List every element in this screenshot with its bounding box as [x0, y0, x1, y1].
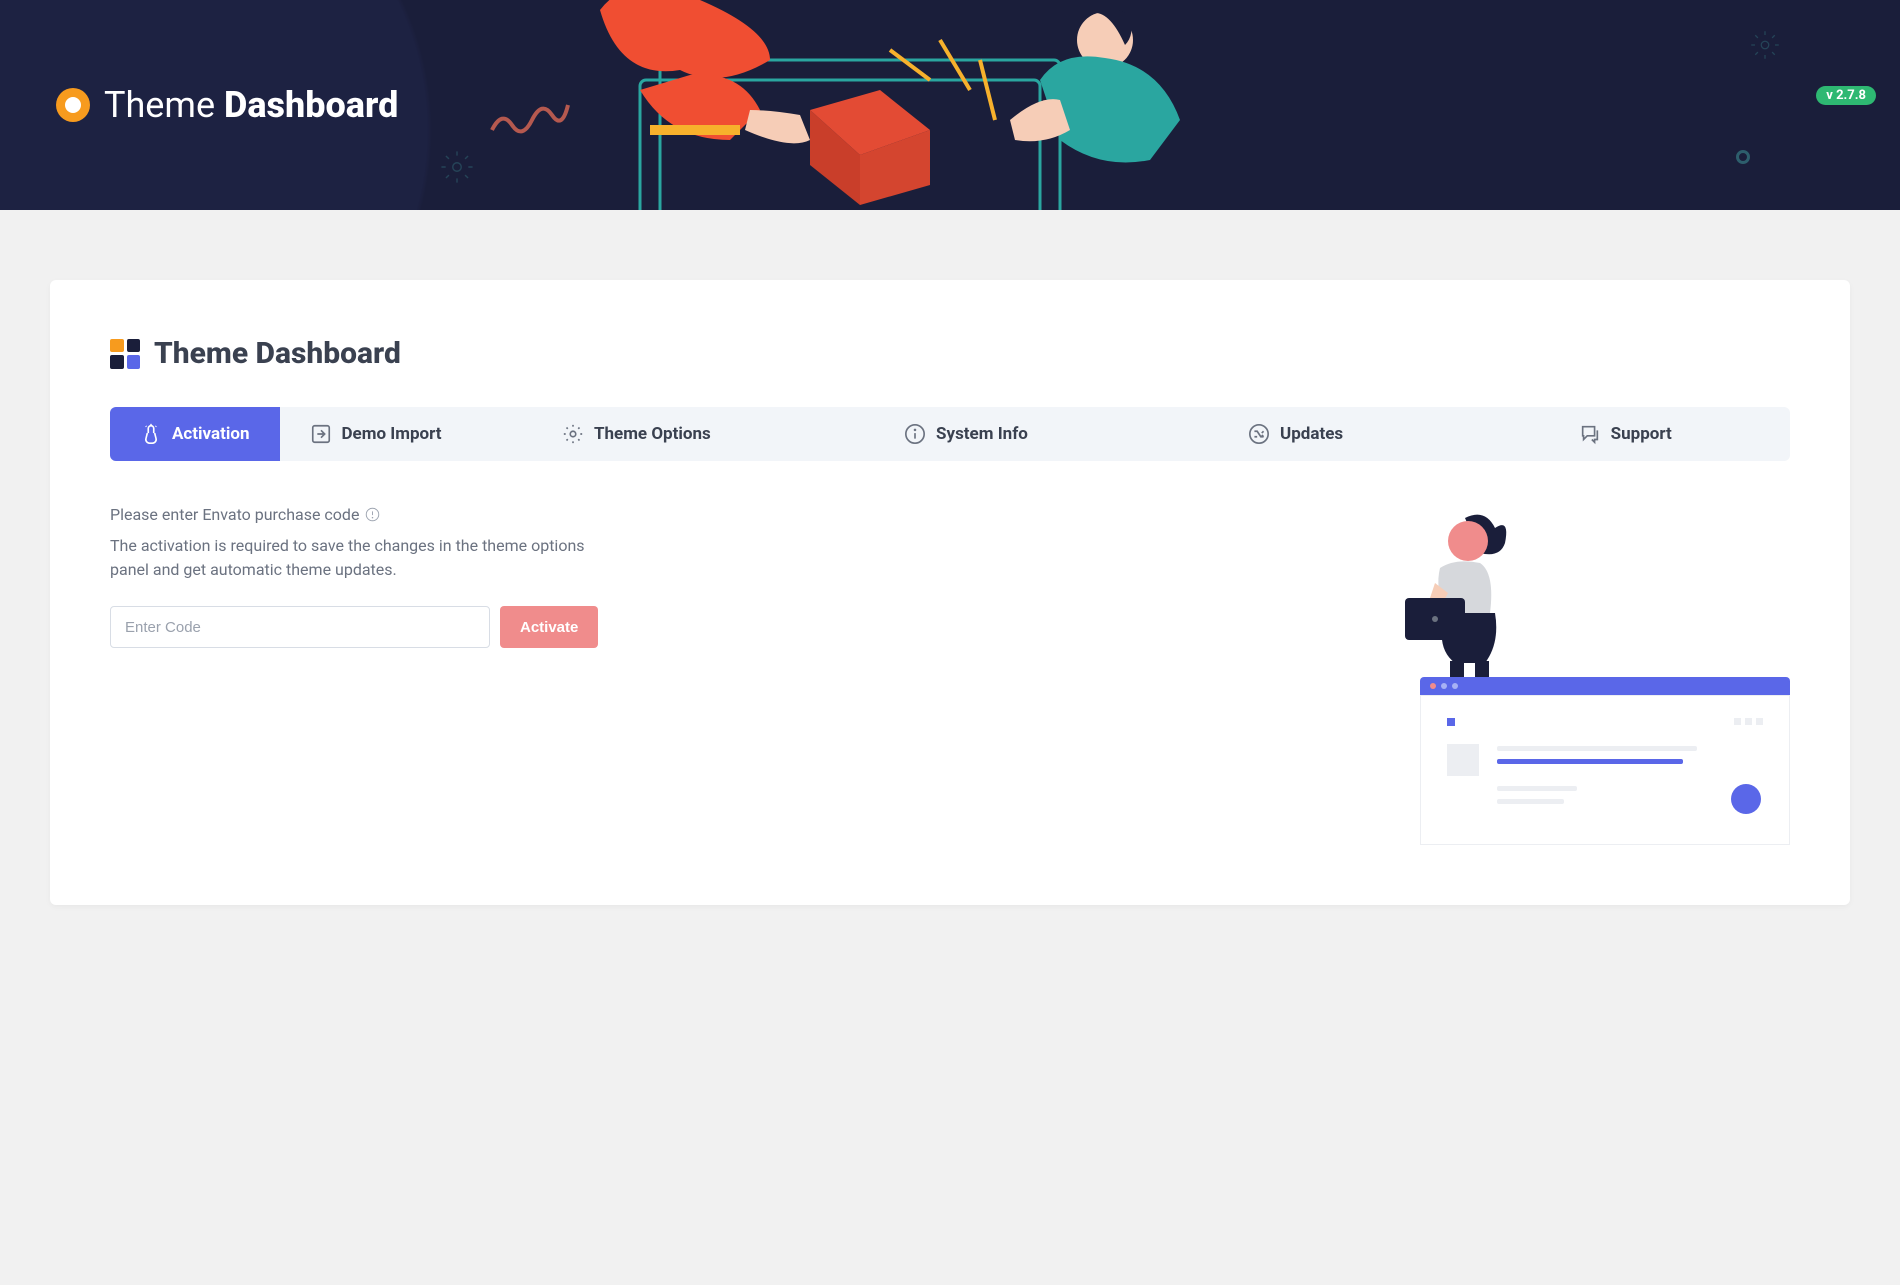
browser-mockup	[1420, 677, 1790, 845]
hero-banner: Theme Dashboard v 2.7.8	[0, 0, 1900, 210]
tab-label: Demo Import	[342, 424, 442, 444]
info-icon	[904, 423, 926, 445]
tab-label: Activation	[172, 424, 250, 444]
hero-title: Theme Dashboard	[104, 84, 398, 126]
prompt-text: Please enter Envato purchase code	[110, 505, 359, 524]
activation-description: The activation is required to save the c…	[110, 534, 590, 582]
hero-logo: Theme Dashboard	[56, 84, 398, 126]
tab-label: Support	[1611, 424, 1672, 444]
purchase-code-input[interactable]	[110, 606, 490, 648]
tab-system-info[interactable]: System Info	[801, 407, 1131, 461]
logo-badge-icon	[56, 88, 90, 122]
card-logo-icon	[110, 339, 140, 369]
activate-button[interactable]: Activate	[500, 606, 598, 648]
tab-updates[interactable]: Updates	[1131, 407, 1461, 461]
tab-label: Theme Options	[594, 424, 711, 444]
tab-label: System Info	[936, 424, 1028, 444]
card-title: Theme Dashboard	[154, 336, 401, 371]
tab-demo-import[interactable]: Demo Import	[280, 407, 472, 461]
hero-illustration	[540, 0, 1240, 210]
hero-title-light: Theme	[104, 84, 215, 126]
tab-activation[interactable]: Activation	[110, 407, 280, 461]
tab-support[interactable]: Support	[1460, 407, 1790, 461]
card-header: Theme Dashboard	[110, 336, 1790, 371]
import-icon	[310, 423, 332, 445]
activation-panel: Please enter Envato purchase code The ac…	[110, 505, 1790, 845]
tap-icon	[140, 423, 162, 445]
ring-decoration	[1736, 150, 1750, 164]
chat-icon	[1579, 423, 1601, 445]
gear-icon	[440, 150, 474, 184]
dashboard-card: Theme Dashboard Activation Demo Import T…	[50, 280, 1850, 905]
activation-prompt: Please enter Envato purchase code	[110, 505, 916, 524]
info-hint-icon[interactable]	[365, 507, 380, 522]
hero-title-bold: Dashboard	[224, 84, 398, 126]
activation-illustration	[976, 505, 1790, 845]
tab-bar: Activation Demo Import Theme Options Sys…	[110, 407, 1790, 461]
version-badge: v 2.7.8	[1816, 86, 1876, 105]
gear-icon	[1750, 30, 1780, 60]
shuffle-icon	[1248, 423, 1270, 445]
tab-theme-options[interactable]: Theme Options	[472, 407, 802, 461]
tab-label: Updates	[1280, 424, 1343, 444]
gear-icon	[562, 423, 584, 445]
